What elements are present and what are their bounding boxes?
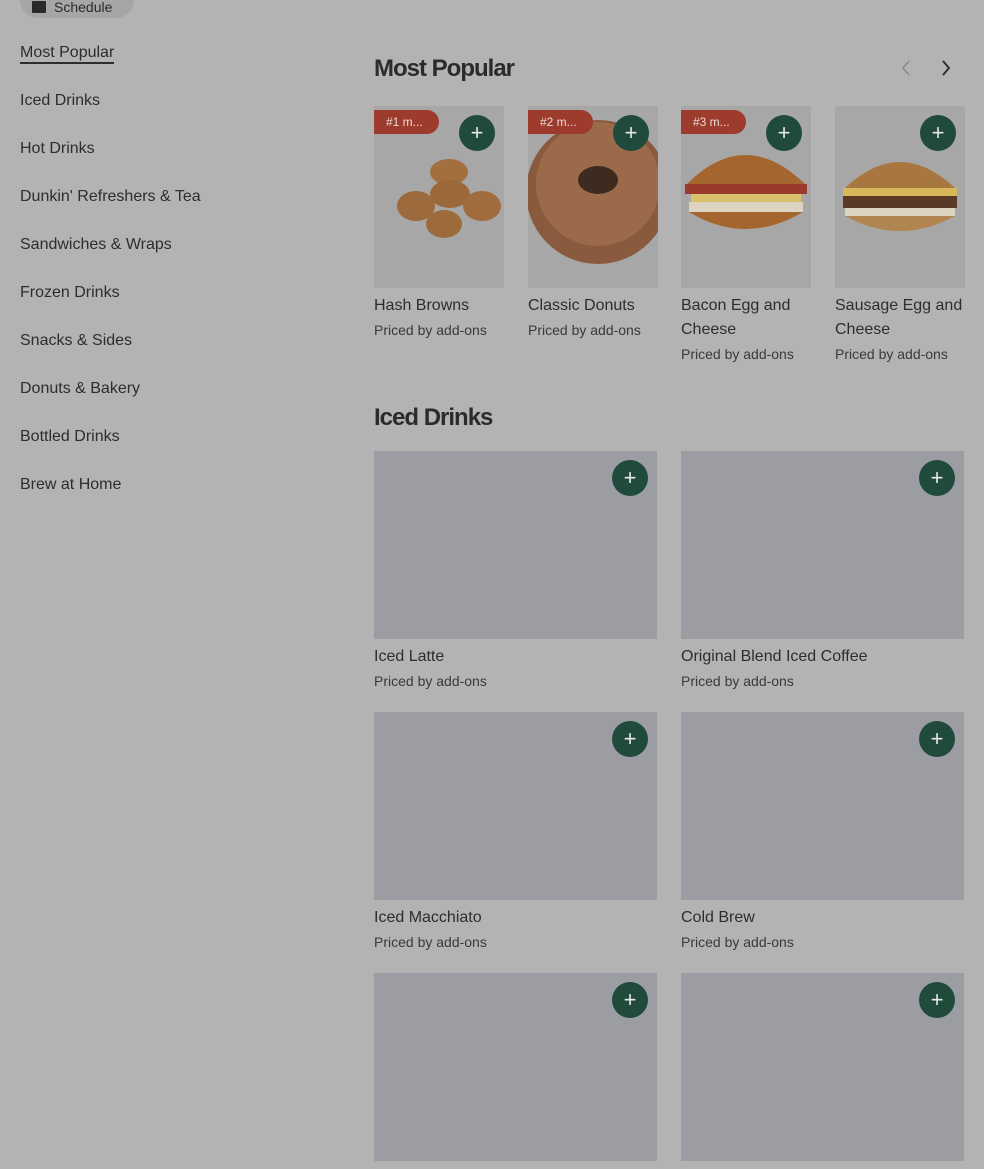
rank-badge: #3 m...: [681, 110, 746, 134]
plus-icon: +: [470, 120, 484, 145]
item-name: Iced Macchiato: [374, 909, 482, 926]
add-button[interactable]: +: [919, 982, 955, 1018]
add-button[interactable]: +: [612, 982, 648, 1018]
add-button[interactable]: +: [919, 460, 955, 496]
item-name: Original Blend Iced Coffee: [681, 648, 868, 665]
item-image: +: [681, 451, 964, 639]
item-price: Priced by add-ons: [374, 322, 487, 338]
section-title-most-popular: Most Popular: [374, 55, 515, 82]
popular-item-card[interactable]: #1 m... + Hash Browns Priced by add-ons: [374, 106, 504, 340]
menu-item-card[interactable]: +: [374, 973, 657, 1161]
menu-item-card[interactable]: + Original Blend Iced Coffee Priced by a…: [681, 451, 964, 691]
item-image: +: [835, 106, 965, 288]
sidebar-item-frozen-drinks[interactable]: Frozen Drinks: [20, 280, 320, 328]
plus-icon: +: [930, 987, 944, 1012]
plus-icon: +: [623, 987, 637, 1012]
sidebar-item-hot-drinks[interactable]: Hot Drinks: [20, 136, 320, 184]
item-price: Priced by add-ons: [835, 346, 948, 362]
carousel-prev-button[interactable]: [894, 56, 918, 80]
plus-icon: +: [931, 120, 945, 145]
item-price: Priced by add-ons: [681, 673, 794, 689]
add-button[interactable]: +: [613, 115, 649, 151]
item-name: Cold Brew: [681, 909, 755, 926]
sidebar-item-refreshers-tea[interactable]: Dunkin' Refreshers & Tea: [20, 184, 320, 232]
add-button[interactable]: +: [612, 460, 648, 496]
sidebar-item-most-popular[interactable]: Most Popular: [20, 40, 320, 88]
add-button[interactable]: +: [920, 115, 956, 151]
item-image: +: [681, 712, 964, 900]
add-button[interactable]: +: [919, 721, 955, 757]
chevron-right-icon: [942, 60, 951, 76]
plus-icon: +: [624, 120, 638, 145]
popular-item-card[interactable]: + Sausage Egg and Cheese Priced by add-o…: [835, 106, 965, 364]
plus-icon: +: [930, 726, 944, 751]
sidebar-item-brew-at-home[interactable]: Brew at Home: [20, 472, 320, 520]
menu-item-card[interactable]: +: [681, 973, 964, 1161]
item-image: +: [681, 973, 964, 1161]
item-price: Priced by add-ons: [374, 673, 487, 689]
plus-icon: +: [623, 465, 637, 490]
add-button[interactable]: +: [766, 115, 802, 151]
calendar-icon: [32, 1, 46, 13]
item-image: #1 m... +: [374, 106, 504, 288]
plus-icon: +: [623, 726, 637, 751]
rank-badge: #1 m...: [374, 110, 439, 134]
menu-item-card[interactable]: + Cold Brew Priced by add-ons: [681, 712, 964, 952]
popular-item-card[interactable]: #3 m... + Bacon Egg and Cheese Priced by…: [681, 106, 811, 364]
item-image: +: [374, 973, 657, 1161]
category-sidebar: Most Popular Iced Drinks Hot Drinks Dunk…: [20, 40, 320, 520]
sidebar-item-sandwiches-wraps[interactable]: Sandwiches & Wraps: [20, 232, 320, 280]
schedule-button[interactable]: Schedule: [20, 0, 134, 18]
item-name: Sausage Egg and Cheese: [835, 297, 963, 338]
carousel-next-button[interactable]: [934, 56, 958, 80]
sidebar-item-donuts-bakery[interactable]: Donuts & Bakery: [20, 376, 320, 424]
item-name: Hash Browns: [374, 297, 470, 314]
item-name: Iced Latte: [374, 648, 445, 665]
menu-item-card[interactable]: + Iced Latte Priced by add-ons: [374, 451, 657, 691]
item-name: Bacon Egg and Cheese: [681, 297, 791, 338]
schedule-label: Schedule: [54, 0, 113, 15]
chevron-left-icon: [901, 60, 910, 76]
section-title-iced-drinks: Iced Drinks: [374, 404, 493, 431]
item-image: #2 m... +: [528, 106, 658, 288]
item-price: Priced by add-ons: [681, 934, 794, 950]
add-button[interactable]: +: [612, 721, 648, 757]
popular-item-card[interactable]: #2 m... + Classic Donuts Priced by add-o…: [528, 106, 658, 340]
menu-item-card[interactable]: + Iced Macchiato Priced by add-ons: [374, 712, 657, 952]
plus-icon: +: [930, 465, 944, 490]
item-image: #3 m... +: [681, 106, 811, 288]
item-name: Classic Donuts: [528, 297, 635, 314]
item-price: Priced by add-ons: [528, 322, 641, 338]
item-price: Priced by add-ons: [681, 346, 794, 362]
item-image: +: [374, 451, 657, 639]
item-image: +: [374, 712, 657, 900]
add-button[interactable]: +: [459, 115, 495, 151]
item-price: Priced by add-ons: [374, 934, 487, 950]
sidebar-item-bottled-drinks[interactable]: Bottled Drinks: [20, 424, 320, 472]
sidebar-item-iced-drinks[interactable]: Iced Drinks: [20, 88, 320, 136]
plus-icon: +: [777, 120, 791, 145]
sidebar-item-snacks-sides[interactable]: Snacks & Sides: [20, 328, 320, 376]
rank-badge: #2 m...: [528, 110, 593, 134]
